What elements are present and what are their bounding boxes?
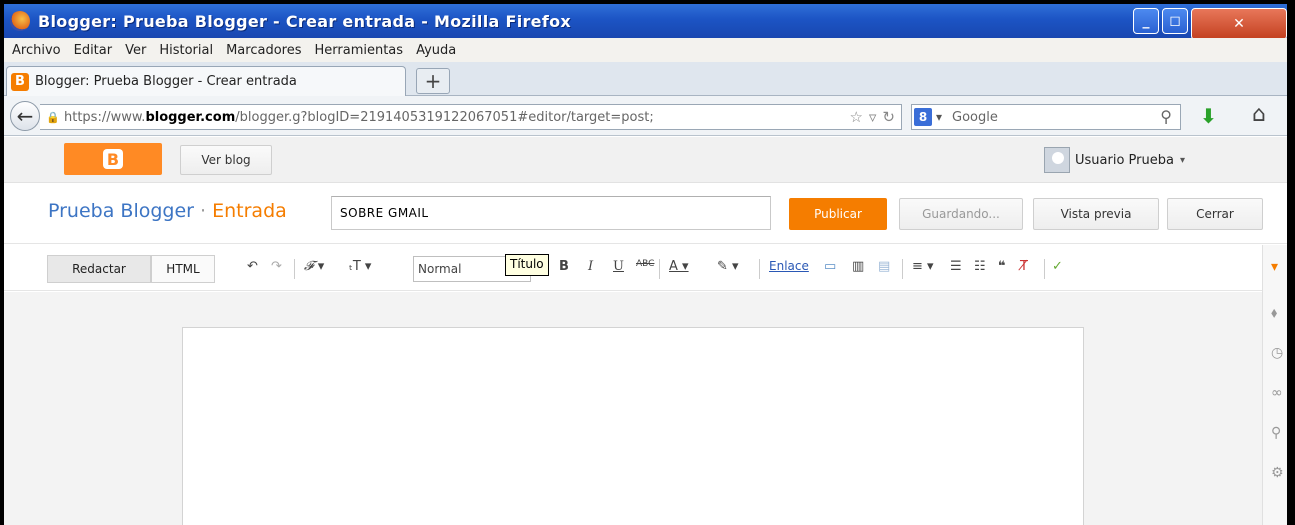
url-bar[interactable]: 🔒 https://www.blogger.com/blogger.g?blog…: [40, 104, 902, 130]
blog-name[interactable]: Prueba Blogger: [48, 200, 194, 222]
maximize-button[interactable]: ◻: [1162, 8, 1188, 34]
download-icon[interactable]: ⬇: [1200, 104, 1217, 128]
editor-area: [4, 292, 1262, 525]
tab-compose[interactable]: Redactar: [47, 255, 151, 283]
menu-marcadores[interactable]: Marcadores: [222, 43, 310, 58]
home-icon[interactable]: ⌂: [1252, 102, 1266, 127]
menu-archivo[interactable]: Archivo: [8, 43, 70, 58]
menu-editar[interactable]: Editar: [70, 43, 122, 58]
text-color-icon[interactable]: A ▾: [669, 259, 689, 274]
location-icon[interactable]: ⚲: [1271, 425, 1281, 441]
menu-ver[interactable]: Ver: [121, 43, 155, 58]
menu-historial[interactable]: Historial: [155, 43, 222, 58]
back-arrow-icon: ←: [16, 104, 34, 128]
search-engine-dropdown-icon[interactable]: ▾: [936, 110, 942, 124]
new-tab-button[interactable]: +: [416, 68, 450, 94]
redo-icon[interactable]: ↷: [271, 259, 282, 274]
bullet-list-icon[interactable]: ☷: [974, 259, 986, 274]
url-text: https://www.blogger.com/blogger.g?blogID…: [64, 109, 654, 125]
view-blog-button[interactable]: Ver blog: [180, 145, 272, 175]
publish-button[interactable]: Publicar: [789, 198, 887, 230]
remove-format-icon[interactable]: T̸: [1020, 259, 1028, 274]
image-icon[interactable]: ▭: [824, 259, 836, 274]
bookmark-star-icon[interactable]: ☆: [849, 108, 862, 126]
blogger-topbar: B Ver blog Usuario Prueba ▾: [4, 137, 1291, 183]
undo-icon[interactable]: ↶: [247, 259, 258, 274]
saving-button: Guardando...: [899, 198, 1023, 230]
blogger-logo-icon: B: [103, 149, 123, 169]
menu-herramientas[interactable]: Herramientas: [311, 43, 413, 58]
tab-bar: B Blogger: Prueba Blogger - Crear entrad…: [4, 62, 1291, 96]
tooltip: Título: [505, 254, 549, 276]
divider: [294, 259, 295, 279]
user-menu[interactable]: Usuario Prueba ▾: [1044, 147, 1185, 173]
url-actions: ☆ ▿ ↻: [849, 108, 895, 126]
search-input[interactable]: Google: [952, 110, 998, 125]
title-bar: Blogger: Prueba Blogger - Crear entrada …: [4, 4, 1291, 40]
navigation-bar: 🔒 https://www.blogger.com/blogger.g?blog…: [4, 96, 1291, 136]
align-icon[interactable]: ≡ ▾: [912, 259, 934, 274]
post-title-input[interactable]: SOBRE GMAIL: [331, 196, 771, 230]
font-size-icon[interactable]: ₜT ▾: [349, 259, 371, 274]
strikethrough-icon[interactable]: ABC: [636, 259, 654, 269]
search-icon[interactable]: ⚲: [1160, 107, 1172, 126]
avatar: [1044, 147, 1070, 173]
menu-ayuda[interactable]: Ayuda: [412, 43, 465, 58]
chevron-down-icon: ▾: [1179, 154, 1185, 166]
quote-icon[interactable]: ❝: [998, 259, 1006, 274]
divider: [759, 259, 760, 279]
bold-icon[interactable]: B: [559, 259, 569, 274]
tab-label: Blogger: Prueba Blogger - Crear entrada: [35, 74, 297, 89]
gear-icon[interactable]: ⚙: [1271, 465, 1284, 481]
underline-icon[interactable]: U: [613, 259, 624, 274]
spellcheck-icon[interactable]: ✓: [1052, 259, 1063, 274]
page-break-icon[interactable]: ▤: [878, 259, 890, 274]
link-icon[interactable]: ∞: [1271, 385, 1283, 401]
divider: [1044, 259, 1045, 279]
close-window-button[interactable]: ✕: [1191, 8, 1287, 40]
blogger-app: B Ver blog Usuario Prueba ▾ Prueba Blogg…: [4, 137, 1291, 525]
section-label: Entrada: [212, 200, 287, 222]
expand-icon[interactable]: ▾: [1271, 259, 1278, 275]
lock-icon: 🔒: [46, 111, 60, 124]
post-header: Prueba Blogger · Entrada SOBRE GMAIL Pub…: [4, 184, 1291, 244]
divider: [902, 259, 903, 279]
link-button[interactable]: Enlace: [769, 259, 809, 273]
tab-blogger[interactable]: B Blogger: Prueba Blogger - Crear entrad…: [6, 66, 406, 96]
breadcrumb-separator: ·: [200, 200, 207, 222]
reload-icon[interactable]: ↻: [882, 108, 895, 126]
close-button[interactable]: Cerrar: [1167, 198, 1263, 230]
blogger-logo[interactable]: B: [64, 143, 162, 175]
numbered-list-icon[interactable]: ☰: [950, 259, 962, 274]
search-bar[interactable]: 8 ▾ Google ⚲: [911, 104, 1181, 130]
post-body-editor[interactable]: [182, 327, 1084, 525]
breadcrumb: Prueba Blogger · Entrada: [48, 200, 287, 222]
divider: [659, 259, 660, 279]
editor-toolbar: Redactar HTML ↶ ↷ 𝓕 ▾ ₜT ▾ Normal B I U …: [4, 245, 1264, 291]
firefox-icon: [10, 11, 30, 31]
clock-icon[interactable]: ◷: [1271, 345, 1283, 361]
menu-bar: Archivo Editar Ver Historial Marcadores …: [4, 38, 1291, 62]
window-title: Blogger: Prueba Blogger - Crear entrada …: [38, 11, 571, 31]
back-button[interactable]: ←: [10, 101, 40, 131]
italic-icon[interactable]: I: [588, 259, 593, 274]
font-family-icon[interactable]: 𝓕 ▾: [304, 259, 324, 274]
browser-window: Blogger: Prueba Blogger - Crear entrada …: [4, 4, 1291, 525]
user-name: Usuario Prueba: [1075, 152, 1174, 168]
highlight-color-icon[interactable]: ✎ ▾: [717, 259, 739, 274]
minimize-button[interactable]: _: [1133, 8, 1159, 34]
history-dropdown-icon[interactable]: ▿: [869, 108, 877, 126]
google-search-engine-icon[interactable]: 8: [914, 108, 932, 126]
window-border: [1287, 0, 1295, 525]
preview-button[interactable]: Vista previa: [1033, 198, 1159, 230]
video-icon[interactable]: ▥: [852, 259, 864, 274]
window-controls: _ ◻ ✕: [1133, 8, 1287, 40]
blogger-favicon-icon: B: [11, 72, 29, 91]
tag-icon[interactable]: ⬧: [1271, 305, 1277, 321]
tab-html[interactable]: HTML: [151, 255, 215, 283]
